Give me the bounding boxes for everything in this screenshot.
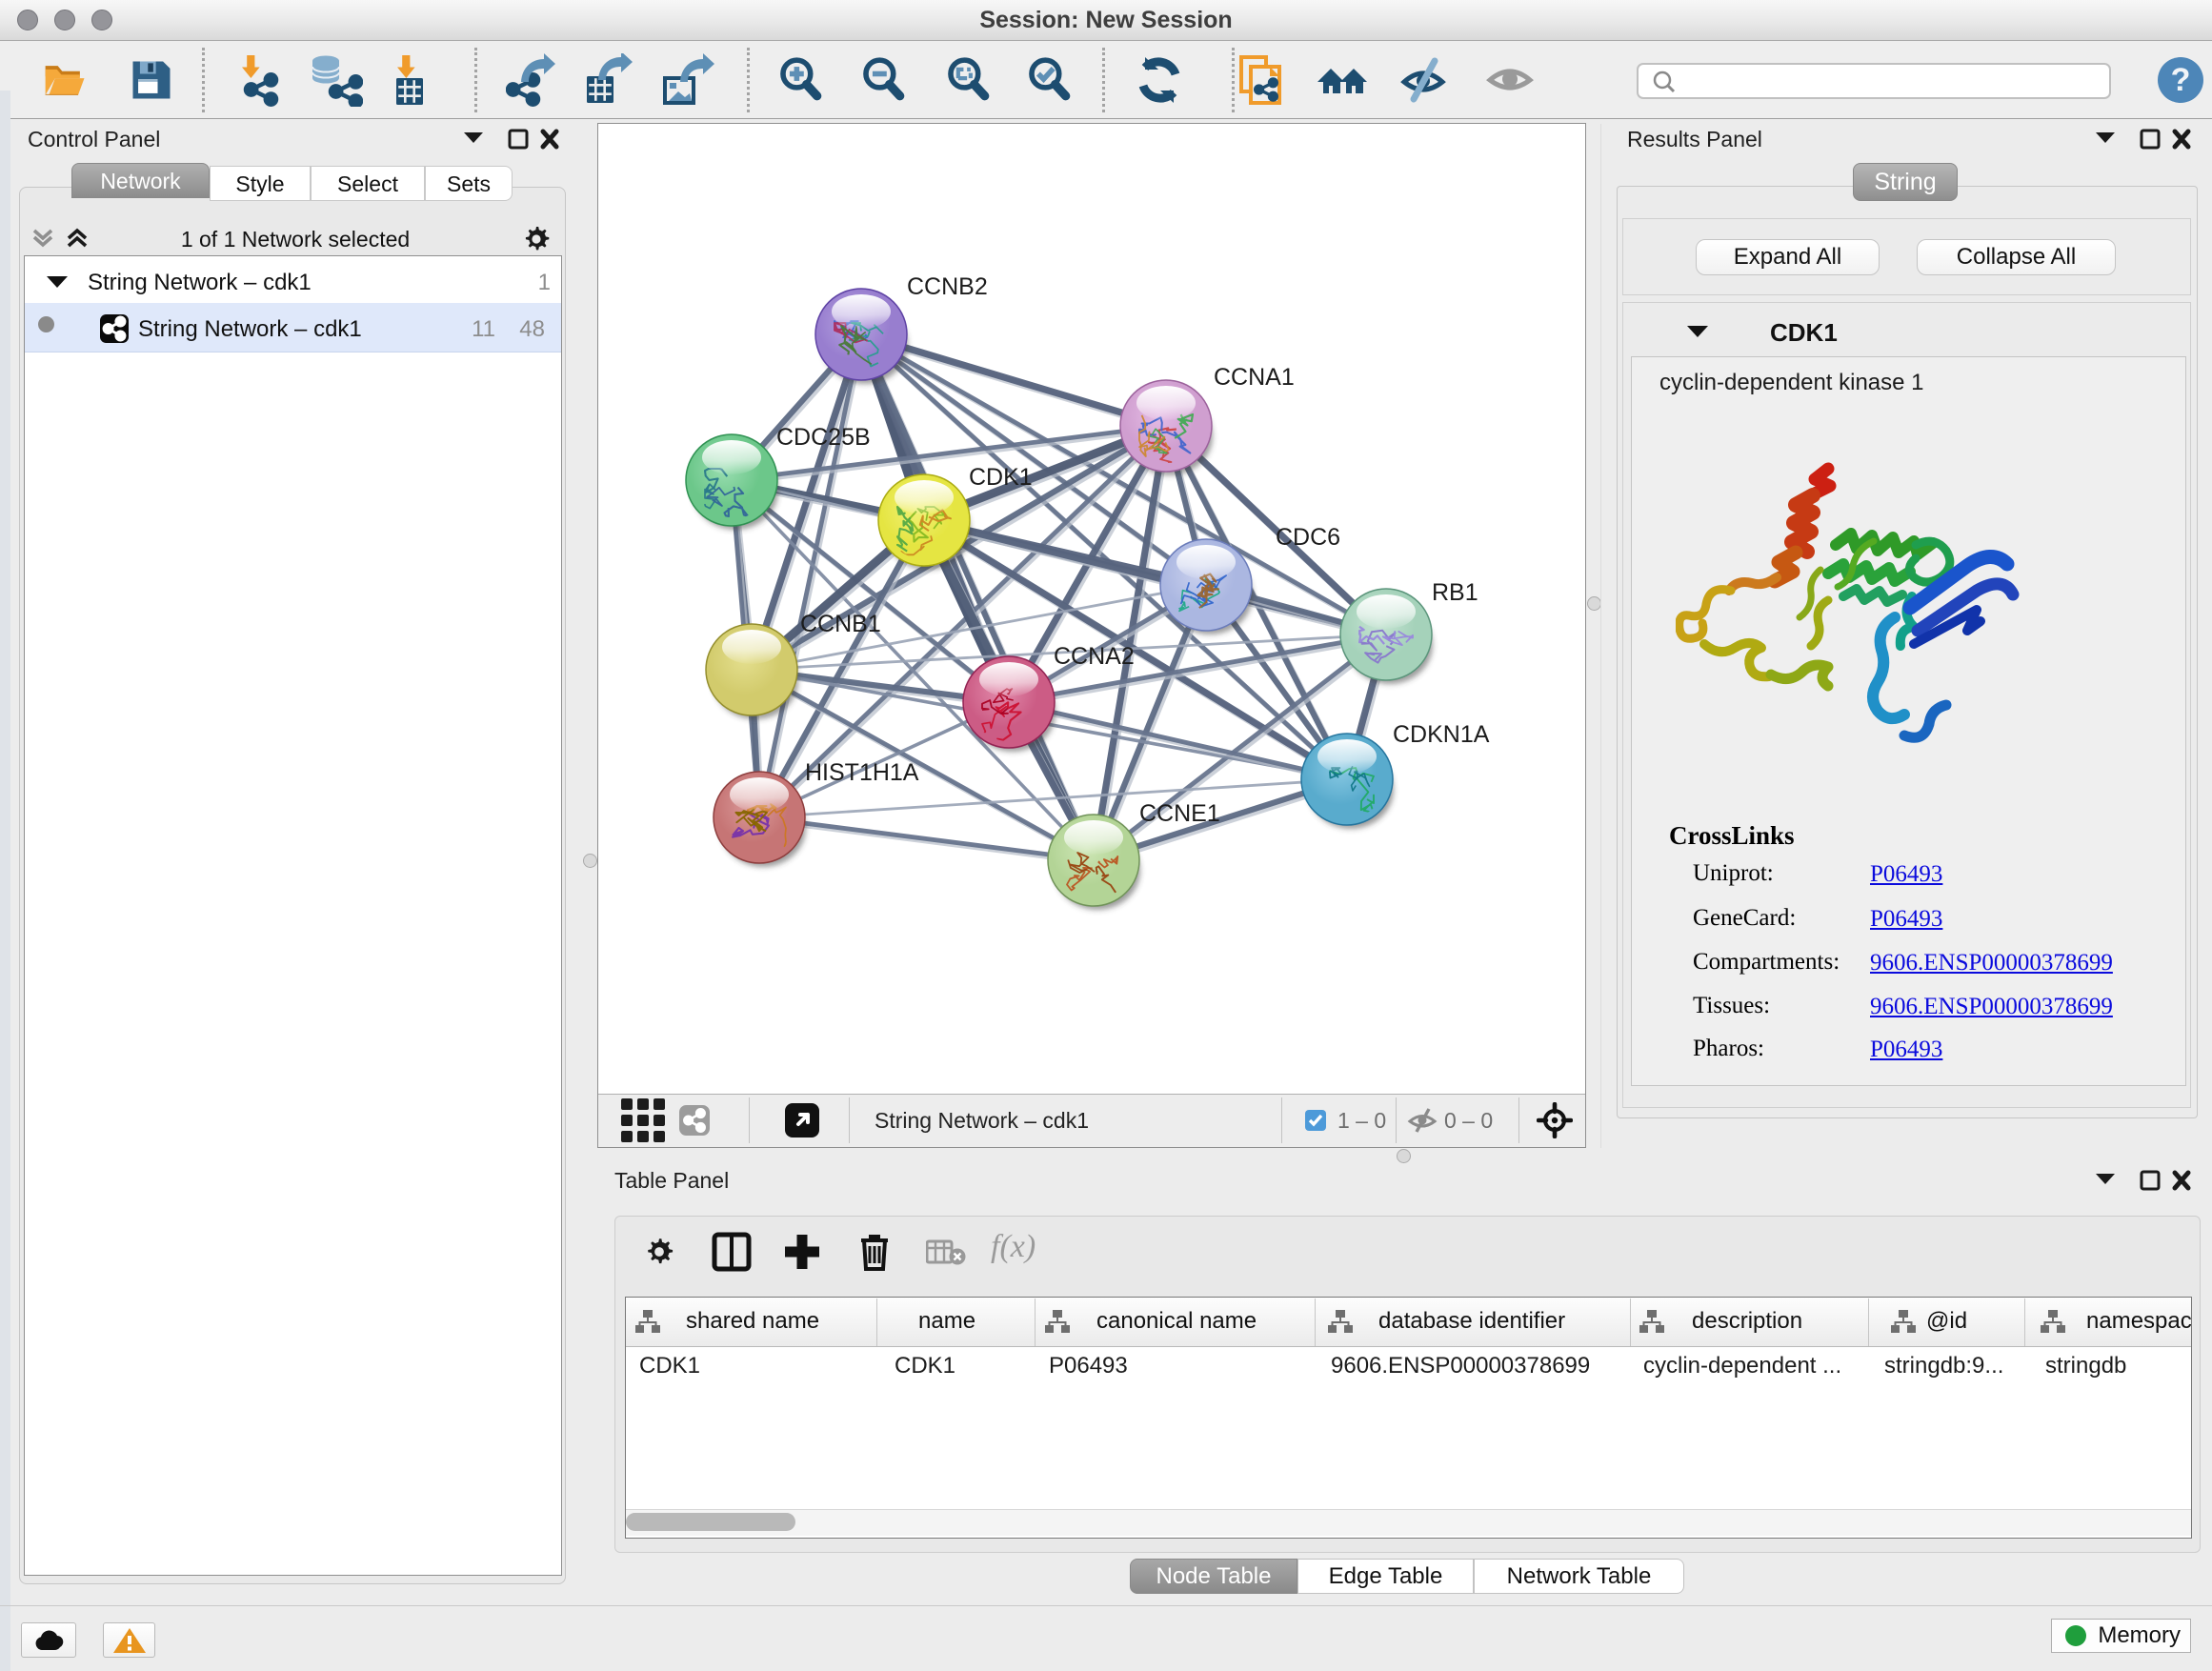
- svg-text:CDC25B: CDC25B: [776, 424, 871, 451]
- svg-text:CCNA1: CCNA1: [1214, 364, 1295, 391]
- svg-text:CCNE1: CCNE1: [1139, 800, 1220, 827]
- svg-text:CCNA2: CCNA2: [1054, 643, 1135, 670]
- svg-text:RB1: RB1: [1432, 579, 1478, 606]
- svg-text:?: ?: [2171, 62, 2191, 98]
- svg-text:CDC6: CDC6: [1276, 524, 1340, 551]
- svg-text:CDK1: CDK1: [969, 464, 1033, 491]
- svg-text:HIST1H1A: HIST1H1A: [805, 759, 919, 786]
- svg-text:CDKN1A: CDKN1A: [1393, 721, 1490, 748]
- svg-text:CCNB1: CCNB1: [800, 611, 881, 637]
- svg-text:CCNB2: CCNB2: [907, 273, 988, 300]
